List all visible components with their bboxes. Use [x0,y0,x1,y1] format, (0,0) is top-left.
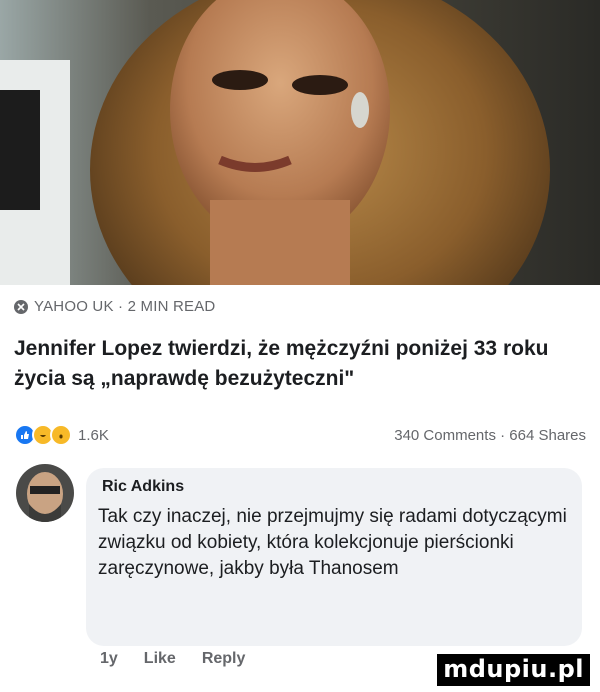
wow-reaction-icon [50,424,72,446]
comment-actions: 1y Like Reply [100,650,245,668]
avatar[interactable] [16,464,74,522]
comments-shares-count[interactable]: 340 Comments · 664 Shares [394,427,586,444]
reply-button[interactable]: Reply [202,650,246,668]
article-source: YAHOO UK · 2 MIN READ [14,298,215,315]
watermark: mdupiu.pl [437,654,590,686]
comment-author[interactable]: Ric Adkins [102,478,184,496]
article-source-label: YAHOO UK · 2 MIN READ [34,298,216,315]
comment-time[interactable]: 1y [100,650,118,668]
post-stats: 1.6K 340 Comments · 664 Shares [14,424,586,446]
article-photo[interactable] [0,0,600,285]
like-button[interactable]: Like [144,650,176,668]
reaction-summary[interactable]: 1.6K [14,424,109,446]
comment-text: Tak czy inaczej, nie przejmujmy się rada… [98,506,567,579]
article-headline[interactable]: Jennifer Lopez twierdzi, że mężczyźni po… [14,334,584,394]
reaction-count: 1.6K [78,426,109,444]
yahoo-logo-icon [14,299,28,314]
